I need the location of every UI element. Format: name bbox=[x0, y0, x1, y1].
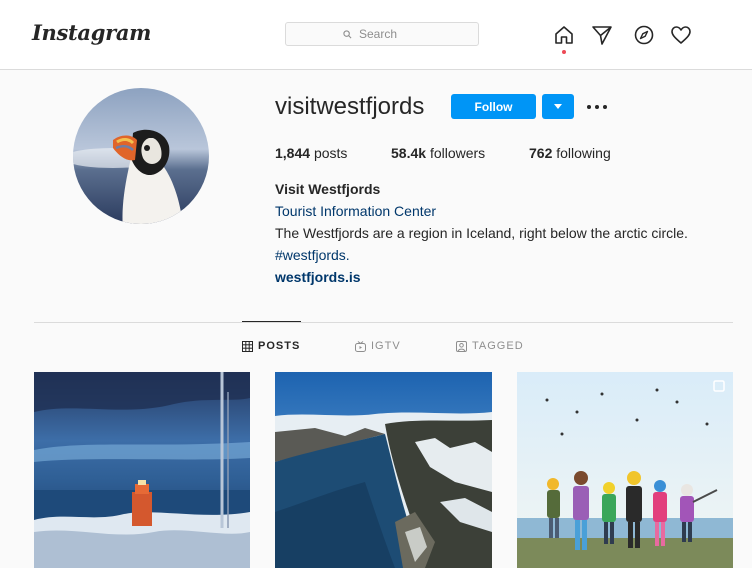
post-thumbnail[interactable] bbox=[517, 372, 733, 568]
search-icon bbox=[343, 29, 352, 38]
profile-category: Tourist Information Center bbox=[275, 203, 437, 219]
followers-stat[interactable]: 58.4k followers bbox=[391, 145, 485, 161]
tagged-icon bbox=[456, 340, 467, 352]
following-count: 762 bbox=[529, 145, 553, 161]
puffin-avatar-image bbox=[73, 88, 209, 224]
multiple-photos-icon bbox=[713, 380, 725, 392]
suggestions-dropdown-button[interactable] bbox=[542, 94, 574, 119]
search-input[interactable] bbox=[357, 26, 421, 42]
tab-igtv[interactable]: IGTV bbox=[355, 340, 401, 352]
post-thumbnail[interactable] bbox=[275, 372, 492, 568]
grid-icon bbox=[242, 340, 253, 352]
tabs-divider bbox=[34, 322, 733, 323]
profile-avatar[interactable] bbox=[73, 88, 209, 224]
tab-tagged[interactable]: TAGGED bbox=[456, 340, 524, 352]
fjord-aerial-photo bbox=[275, 372, 492, 568]
tab-tagged-label: TAGGED bbox=[472, 340, 524, 352]
profile-full-name: Visit Westfjords bbox=[275, 181, 381, 197]
caret-down-icon bbox=[554, 104, 562, 109]
tab-posts[interactable]: POSTS bbox=[242, 340, 300, 352]
lighthouse-dusk-photo bbox=[34, 372, 250, 568]
following-stat[interactable]: 762 following bbox=[529, 145, 611, 161]
posts-label: posts bbox=[313, 145, 348, 161]
followers-count: 58.4k bbox=[391, 145, 427, 161]
profile-username: visitwestfjords bbox=[275, 93, 425, 120]
activity-heart-icon[interactable] bbox=[670, 24, 692, 46]
following-label: following bbox=[556, 145, 611, 161]
active-tab-indicator bbox=[242, 321, 301, 322]
posts-count: 1,844 bbox=[275, 145, 311, 161]
post-thumbnail[interactable] bbox=[34, 372, 250, 568]
more-options-icon[interactable] bbox=[586, 102, 608, 112]
posts-stat: 1,844 posts bbox=[275, 145, 347, 161]
kids-helmets-photo bbox=[517, 372, 733, 568]
home-active-dot bbox=[562, 50, 566, 54]
top-navigation-bar: Instagram bbox=[0, 0, 752, 70]
explore-icon[interactable] bbox=[633, 24, 655, 46]
igtv-icon bbox=[355, 340, 366, 352]
tab-posts-label: POSTS bbox=[258, 340, 301, 352]
tab-igtv-label: IGTV bbox=[371, 340, 401, 352]
followers-label: followers bbox=[429, 145, 486, 161]
direct-icon[interactable] bbox=[591, 24, 613, 46]
search-box[interactable] bbox=[285, 22, 479, 46]
website-link[interactable]: westfjords.is bbox=[275, 269, 361, 285]
instagram-logo[interactable]: Instagram bbox=[32, 20, 151, 45]
profile-bio: The Westfjords are a region in Iceland, … bbox=[275, 225, 688, 241]
follow-button[interactable]: Follow bbox=[451, 94, 536, 119]
bio-hashtag-link[interactable]: #westfjords. bbox=[275, 247, 350, 263]
home-icon[interactable] bbox=[553, 24, 575, 46]
